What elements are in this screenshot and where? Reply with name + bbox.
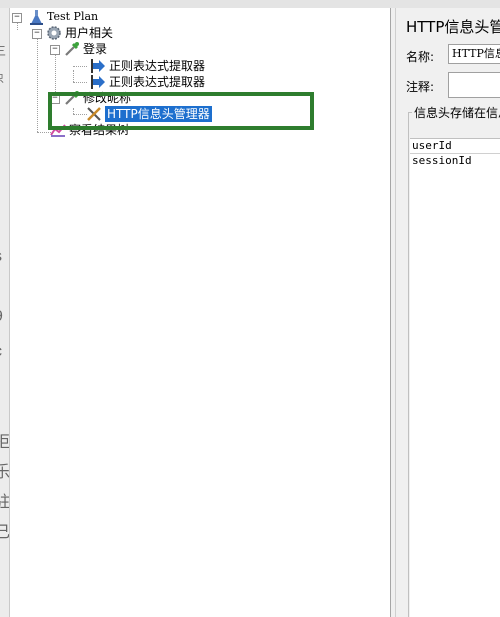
tree-node-label: Test Plan xyxy=(47,10,99,23)
edge-fragment: 己 xyxy=(0,518,9,542)
tree-node-label: 用户相关 xyxy=(65,26,114,40)
extractor-arrow-icon xyxy=(91,75,105,89)
tree-connector xyxy=(55,54,56,92)
panel-title: HTTP信息头管理器 xyxy=(406,18,500,36)
table-row[interactable]: userId xyxy=(410,139,500,154)
headers-table[interactable]: userId sessionId xyxy=(410,138,500,169)
tree-node-regex-extractor[interactable]: 正则表达式提取器 xyxy=(90,74,205,90)
tree-node-regex-extractor[interactable]: 正则表达式提取器 xyxy=(90,58,205,74)
edge-fragment: 三 xyxy=(0,42,6,59)
tree-node-thread-group[interactable]: 用户相关 xyxy=(46,25,113,41)
edge-fragment: 驻 xyxy=(0,488,9,512)
tree-node-label: 正则表达式提取器 xyxy=(109,75,206,89)
comment-field[interactable] xyxy=(448,72,500,98)
annotation-highlight-box xyxy=(48,92,314,130)
edge-fragment: 只 xyxy=(0,70,4,85)
tree-connector xyxy=(17,22,18,30)
headers-group-title: 信息头存储在信息头管理器中 xyxy=(412,104,500,121)
left-edge-panel: 三 只 s 9 c 拒 乐 驻 己 xyxy=(0,8,10,617)
tree-node-label: 正则表达式提取器 xyxy=(109,59,206,73)
test-plan-tree[interactable]: − Test Plan − 用户相关 − 登录 正则表达式提取器 正则表达式提取… xyxy=(10,8,391,617)
edge-fragment: 拒 xyxy=(0,428,9,452)
pipette-icon xyxy=(65,42,79,56)
edge-fragment: 乐 xyxy=(0,458,9,482)
edge-fragment: s xyxy=(0,248,2,266)
gear-icon xyxy=(47,26,61,40)
tree-node-login[interactable]: 登录 xyxy=(64,41,107,57)
edge-fragment: c xyxy=(0,343,2,361)
tree-connector xyxy=(73,70,74,82)
edge-fragment: 9 xyxy=(0,308,3,326)
tree-connector xyxy=(73,66,87,67)
comment-label: 注释: xyxy=(406,80,435,94)
flask-icon xyxy=(30,10,43,25)
tree-node-label: 登录 xyxy=(83,42,108,56)
collapse-toggle[interactable]: − xyxy=(50,45,60,55)
tree-connector xyxy=(37,132,51,133)
extractor-arrow-icon xyxy=(91,59,105,73)
headers-table-body xyxy=(410,168,500,617)
name-label: 名称: xyxy=(406,50,435,64)
table-row[interactable]: sessionId xyxy=(410,154,500,169)
tree-connector xyxy=(37,38,38,132)
tree-node-test-plan[interactable]: Test Plan xyxy=(28,9,98,25)
tree-connector xyxy=(73,82,87,83)
collapse-toggle[interactable]: − xyxy=(12,13,22,23)
collapse-toggle[interactable]: − xyxy=(32,29,42,39)
name-field[interactable]: HTTP信息头管理器 xyxy=(448,44,500,64)
header-manager-panel: HTTP信息头管理器 名称: HTTP信息头管理器 注释: 信息头存储在信息头管… xyxy=(396,8,500,617)
